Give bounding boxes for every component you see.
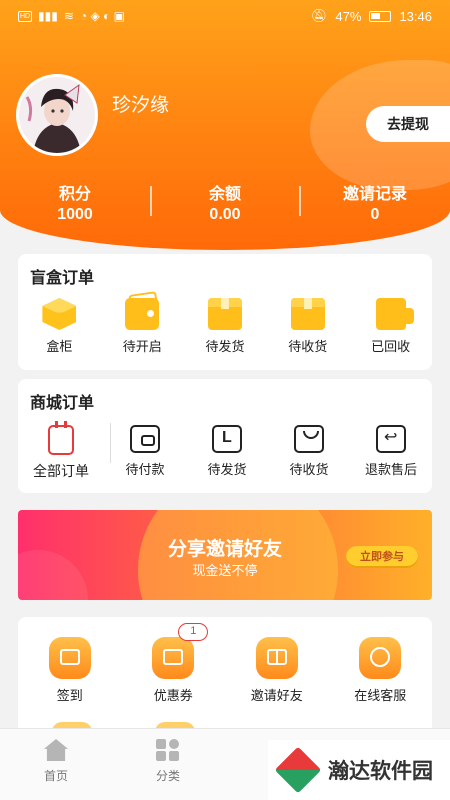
checkin-icon <box>48 637 91 679</box>
stat-label: 邀请记录 <box>342 186 407 203</box>
order-item-label: 待付款 <box>125 462 165 477</box>
order-item-label: 盒柜 <box>46 339 73 354</box>
watermark-logo-icon <box>274 746 322 794</box>
stat-value: 0.00 <box>209 206 241 223</box>
stats-row: 积分 1000 余额 0.00 邀请记录 0 <box>0 180 450 224</box>
stat-divider <box>299 186 301 216</box>
service-label: 优惠券 <box>153 688 193 703</box>
stat-balance[interactable]: 余额 0.00 <box>150 180 300 224</box>
order-item-label: 待发货 <box>205 339 245 354</box>
status-icons-right: 🔕︎ 47% 13:46 <box>311 8 432 24</box>
service-label: 在线客服 <box>354 688 407 703</box>
stat-label: 积分 <box>58 186 91 203</box>
order-item-label: 待开启 <box>122 339 162 354</box>
status-bar: HD ▮▮▮ ≋ ◔ ◈ ◐ ▣ 🔕︎ 47% 13:46 <box>0 0 450 32</box>
card-glyph <box>59 649 80 665</box>
category-icon <box>156 739 180 761</box>
order-item-label: 已回收 <box>371 339 411 354</box>
order-item-label: 退款售后 <box>364 462 417 477</box>
mall-orders-card: 商城订单 全部订单 待付款 待发货 待收货 退款售后 <box>18 379 432 493</box>
signal-icon: ▮▮▮ <box>38 9 58 23</box>
order-item-to-ship[interactable]: 待发货 <box>184 298 267 355</box>
tab-label: 分类 <box>155 769 180 783</box>
services-row: 签到 1 优惠券 邀请好友 在线客服 <box>18 623 433 704</box>
bag-icon <box>294 425 324 453</box>
return-icon <box>376 425 406 453</box>
service-label: 邀请好友 <box>250 688 303 703</box>
card-title: 商城订单 <box>30 395 95 412</box>
headset-glyph <box>370 647 391 667</box>
order-item-label: 待发货 <box>207 462 247 477</box>
coupon-icon: 1 <box>152 623 209 679</box>
status-icons-left: HD ▮▮▮ ≋ ◔ ◈ ◐ ▣ <box>18 9 125 23</box>
order-item-cabinet[interactable]: 盒柜 <box>18 298 101 355</box>
username: 珍汐缘 <box>112 95 170 116</box>
cube-icon <box>42 298 77 330</box>
ticket-glyph <box>163 649 184 665</box>
stat-divider <box>150 186 152 216</box>
order-item-to-open[interactable]: 待开启 <box>101 298 184 355</box>
battery-percent: 47% <box>335 8 362 24</box>
all-orders-button[interactable]: 全部订单 <box>18 421 104 481</box>
avatar[interactable] <box>16 74 98 156</box>
open-box-icon <box>125 298 160 330</box>
home-icon <box>44 739 68 761</box>
watermark: 瀚达软件园 <box>268 740 450 800</box>
package-icon <box>290 298 325 330</box>
battery-icon <box>369 10 392 22</box>
stat-value: 1000 <box>57 206 93 223</box>
wifi-icon: ≋ <box>63 9 74 23</box>
order-item-label: 全部订单 <box>33 463 89 479</box>
stat-label: 余额 <box>208 186 241 203</box>
service-customer-support[interactable]: 在线客服 <box>329 637 433 704</box>
truck-icon <box>375 298 414 330</box>
order-item-to-receive[interactable]: 待收货 <box>268 425 350 481</box>
order-item-label: 待收货 <box>288 339 328 354</box>
card-title: 盲盒订单 <box>30 270 95 287</box>
gift-glyph <box>266 649 287 665</box>
watermark-text: 瀚达软件园 <box>328 758 433 783</box>
mall-order-row: 全部订单 待付款 待发货 待收货 退款售后 <box>18 421 432 481</box>
notification-icons: ◔ ◈ ◐ ▣ <box>79 9 125 23</box>
mute-icon: 🔕︎ <box>310 8 328 23</box>
blind-box-orders-card: 盲盒订单 盒柜 待开启 待发货 待收货 已回收 <box>18 254 432 370</box>
wallet-icon <box>130 425 160 453</box>
service-invite-friends[interactable]: 邀请好友 <box>225 637 329 704</box>
order-item-recycled[interactable]: 已回收 <box>349 298 432 355</box>
tab-label: 首页 <box>43 769 68 783</box>
gift-icon <box>255 637 298 679</box>
service-checkin[interactable]: 签到 <box>18 637 122 704</box>
stat-points[interactable]: 积分 1000 <box>0 180 150 224</box>
tab-category[interactable]: 分类 <box>112 729 224 800</box>
order-item-to-receive[interactable]: 待收货 <box>266 298 349 355</box>
calendar-icon <box>48 421 74 455</box>
withdraw-button[interactable]: 去提现 <box>366 106 450 142</box>
hd-icon: HD <box>18 10 32 22</box>
clock: 13:46 <box>399 8 432 24</box>
ship-box-icon <box>212 425 242 453</box>
stat-invite-records[interactable]: 邀请记录 0 <box>300 180 450 224</box>
profile-header: HD ▮▮▮ ≋ ◔ ◈ ◐ ▣ 🔕︎ 47% 13:46 珍汐缘 去提现 积分… <box>0 0 450 250</box>
customer-service-icon <box>359 637 402 679</box>
services-card: 签到 1 优惠券 邀请好友 在线客服 <box>18 617 432 737</box>
service-label: 签到 <box>56 688 83 703</box>
order-item-to-ship[interactable]: 待发货 <box>186 425 268 481</box>
box-icon <box>207 298 242 330</box>
order-item-refund[interactable]: 退款售后 <box>350 425 432 481</box>
coupon-count-badge: 1 <box>178 623 209 641</box>
order-item-label: 待收货 <box>289 462 329 477</box>
blind-box-order-row: 盒柜 待开启 待发货 待收货 已回收 <box>18 298 432 355</box>
join-now-button[interactable]: 立即参与 <box>346 546 418 568</box>
stat-value: 0 <box>370 206 380 223</box>
order-item-to-pay[interactable]: 待付款 <box>104 425 186 481</box>
tab-home[interactable]: 首页 <box>0 729 112 800</box>
service-coupons[interactable]: 1 优惠券 <box>122 623 226 704</box>
invite-banner[interactable]: 分享邀请好友 现金送不停 立即参与 <box>18 510 432 600</box>
